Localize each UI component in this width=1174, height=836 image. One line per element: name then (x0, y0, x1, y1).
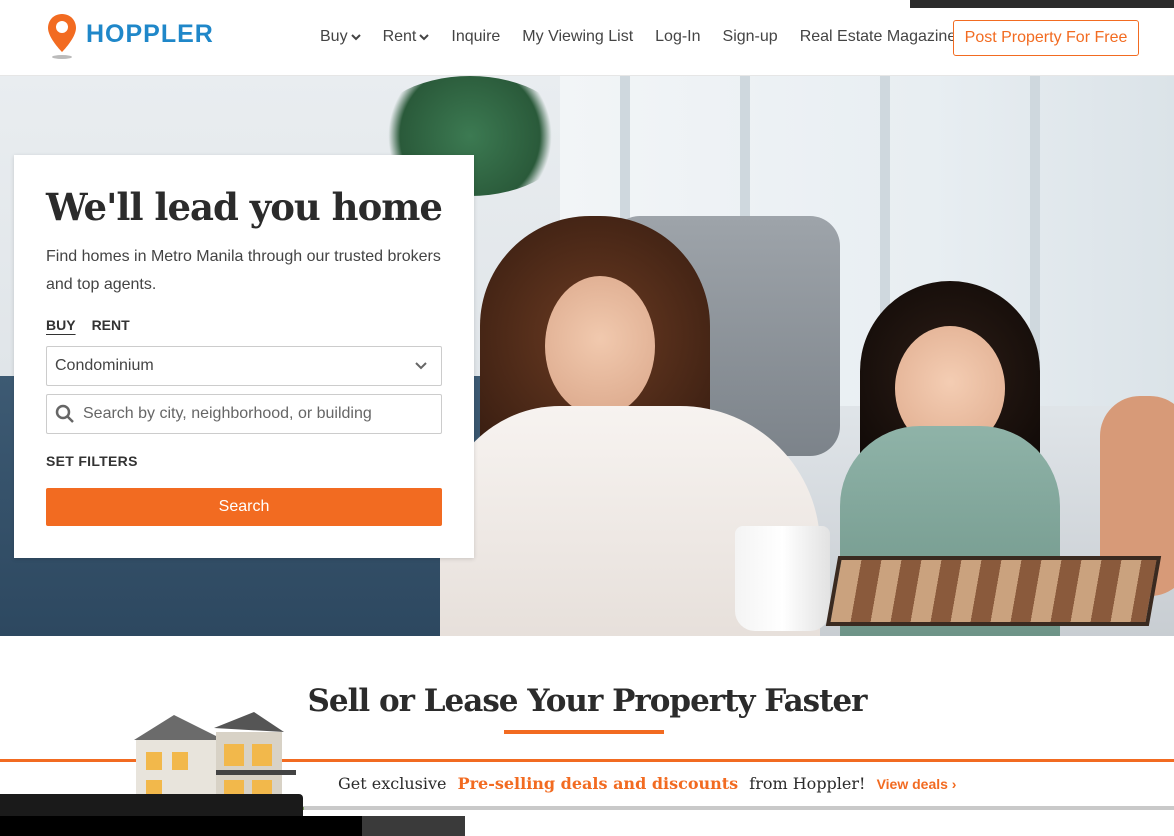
title-underline (504, 730, 664, 734)
top-overlay-bar (910, 0, 1174, 8)
logo[interactable]: HOPPLER (46, 12, 214, 60)
nav-rent-label: Rent (382, 28, 417, 45)
nav-buy[interactable]: Buy (320, 28, 361, 46)
bottom-overlay-segment (362, 816, 465, 836)
property-type-value: Condominium (55, 357, 154, 374)
chevron-down-icon (419, 34, 430, 41)
search-button[interactable]: Search (46, 488, 442, 526)
location-pin-icon (48, 14, 76, 59)
search-icon (55, 404, 74, 423)
bottom-overlay-bar (0, 794, 303, 816)
nav-log-in[interactable]: Log-In (655, 28, 700, 46)
deals-highlight[interactable]: Pre-selling deals and discounts (458, 774, 739, 793)
deals-prefix: Get exclusive (338, 774, 447, 793)
hero-title: We'll lead you home (46, 185, 443, 229)
chevron-down-icon (350, 34, 361, 41)
view-deals-link[interactable]: View deals › (877, 776, 957, 792)
deals-text: Get exclusive Pre-selling deals and disc… (338, 774, 956, 793)
listing-tabs: BUY RENT (46, 317, 146, 333)
deals-suffix: from Hoppler! (749, 774, 866, 793)
nav-sign-up[interactable]: Sign-up (723, 28, 778, 46)
main-nav: Buy Rent Inquire My Viewing List Log-In … (320, 28, 978, 46)
logo-text: HOPPLER (86, 19, 214, 48)
hero-woman-face (545, 276, 655, 416)
nav-buy-label: Buy (320, 28, 348, 45)
search-placeholder: Search by city, neighborhood, or buildin… (83, 405, 372, 422)
tab-rent[interactable]: RENT (92, 317, 130, 333)
hero-mug (735, 526, 830, 631)
nav-real-estate-magazine[interactable]: Real Estate Magazine (800, 28, 957, 46)
chevron-down-icon (415, 362, 427, 370)
nav-inquire[interactable]: Inquire (451, 28, 500, 46)
property-type-select[interactable]: Condominium (46, 346, 442, 386)
hero-subtitle: Find homes in Metro Manila through our t… (46, 248, 441, 293)
nav-rent[interactable]: Rent (383, 28, 430, 46)
nav-my-viewing-list[interactable]: My Viewing List (522, 28, 633, 46)
tab-buy[interactable]: BUY (46, 317, 76, 333)
search-card: We'll lead you home Find homes in Metro … (14, 155, 474, 558)
hero-chessboard (825, 556, 1162, 626)
set-filters-link[interactable]: SET FILTERS (46, 453, 138, 469)
site-header: HOPPLER Buy Rent Inquire My Viewing List… (0, 0, 1174, 76)
post-property-button[interactable]: Post Property For Free (953, 20, 1139, 56)
search-input[interactable]: Search by city, neighborhood, or buildin… (46, 394, 442, 434)
